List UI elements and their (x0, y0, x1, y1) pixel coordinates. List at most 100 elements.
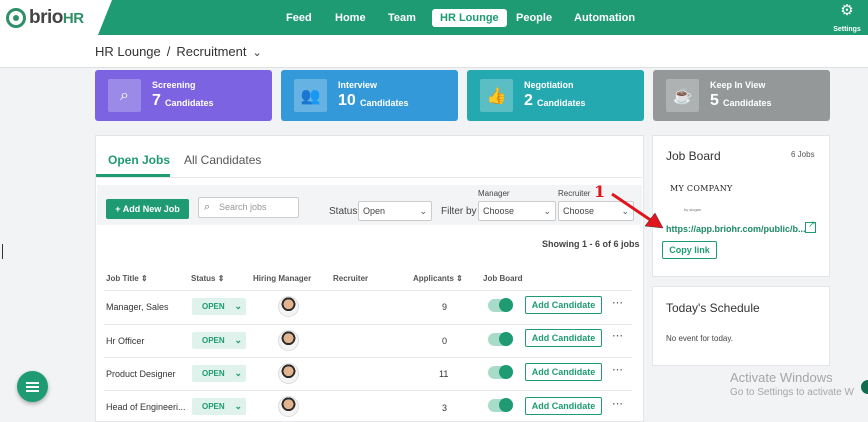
more-options-icon[interactable]: ⋯ (612, 397, 624, 410)
add-candidate-button[interactable]: Add Candidate (525, 397, 602, 415)
tab-all-candidates[interactable]: All Candidates (184, 153, 261, 167)
company-logo: MY COMPANY (670, 184, 733, 193)
breadcrumb-separator: / (166, 44, 171, 59)
stage-name: Screening (152, 80, 196, 90)
status-dropdown[interactable]: OPEN ⌄ (192, 332, 246, 349)
column-header-hiring-manager: Hiring Manager (253, 274, 312, 283)
status-dropdown[interactable]: OPEN ⌄ (192, 365, 246, 382)
status-select-value: Open (363, 206, 386, 216)
avatar (278, 363, 299, 384)
row-divider (104, 324, 632, 325)
nav-people[interactable]: People (508, 9, 560, 27)
job-title-cell[interactable]: Product Designer (106, 369, 176, 379)
more-options-icon[interactable]: ⋯ (612, 296, 624, 309)
avatar (278, 296, 299, 317)
brand-logo[interactable]: brioHR (0, 0, 98, 35)
stage-name: Negotiation (524, 80, 574, 90)
stage-card-screening[interactable]: ⌕ Screening 7 Candidates (95, 70, 272, 121)
schedule-card (652, 286, 830, 366)
search-icon: ⌕ (108, 79, 141, 112)
stage-card-keep-in-view[interactable]: ☕ Keep In View 5 Candidates (653, 70, 830, 121)
manager-select[interactable]: Choose ⌄ (478, 201, 556, 221)
stage-card-negotiation[interactable]: 👍 Negotiation 2 Candidates (467, 70, 644, 121)
external-link-icon[interactable] (805, 219, 816, 233)
add-candidate-button[interactable]: Add Candidate (525, 363, 602, 381)
stage-count: 10 (338, 92, 356, 109)
nav-hr-lounge[interactable]: HR Lounge (432, 9, 507, 27)
sort-icon: ⇕ (456, 274, 463, 283)
breadcrumb-root[interactable]: HR Lounge (95, 44, 161, 59)
nav-feed[interactable]: Feed (278, 9, 320, 27)
job-board-toggle[interactable] (488, 365, 513, 379)
stage-count: 7 (152, 92, 161, 109)
gear-icon: ⚙ (840, 2, 854, 19)
search-icon: ⌕ (204, 201, 211, 213)
applicants-count: 3 (442, 403, 448, 413)
annotation-arrow (611, 192, 664, 229)
job-title-cell[interactable]: Manager, Sales (106, 302, 169, 312)
add-candidate-button[interactable]: Add Candidate (525, 329, 602, 347)
column-header-applicants[interactable]: Applicants ⇕ (413, 274, 463, 283)
status-select[interactable]: Open ⌄ (358, 201, 432, 221)
status-dropdown[interactable]: OPEN ⌄ (192, 298, 246, 315)
job-board-toggle[interactable] (488, 298, 513, 312)
menu-icon (26, 382, 39, 384)
coffee-icon: ☕ (666, 79, 699, 112)
recruiter-select-value: Choose (563, 206, 595, 216)
search-jobs-input[interactable]: ⌕ Search jobs (198, 197, 299, 218)
chevron-down-icon: ⌄ (543, 206, 551, 216)
copy-link-button[interactable]: Copy link (662, 241, 717, 259)
job-board-count: 6 Jobs (791, 150, 815, 159)
settings-button[interactable]: ⚙ Settings (832, 3, 862, 36)
nav-team[interactable]: Team (380, 9, 424, 27)
stage-card-interview[interactable]: 👥 Interview 10 Candidates (281, 70, 458, 121)
job-board-toggle[interactable] (488, 398, 513, 412)
column-header-status[interactable]: Status ⇕ (191, 274, 224, 283)
nav-automation[interactable]: Automation (566, 9, 643, 27)
applicants-count: 9 (442, 302, 448, 312)
menu-icon-line (26, 386, 39, 388)
settings-label: Settings (833, 26, 861, 33)
menu-icon-line (26, 390, 39, 392)
schedule-title: Today's Schedule (666, 301, 760, 315)
company-tagline: by slogan (684, 207, 702, 212)
column-header-recruiter: Recruiter (333, 274, 369, 283)
chevron-down-icon[interactable]: ⌄ (252, 47, 261, 59)
stage-name: Interview (338, 80, 378, 90)
search-placeholder: Search jobs (219, 202, 267, 212)
more-options-icon[interactable]: ⋯ (612, 363, 624, 376)
more-options-icon[interactable]: ⋯ (612, 329, 624, 342)
job-title-cell[interactable]: Head of Engineeri... (106, 402, 186, 412)
results-count: Showing 1 - 6 of 6 jobs (542, 239, 640, 249)
status-dropdown[interactable]: OPEN ⌄ (192, 398, 246, 415)
status-filter-label: Status (329, 206, 358, 217)
chat-widget-button[interactable] (861, 380, 868, 394)
nav-home[interactable]: Home (327, 9, 374, 27)
add-candidate-button[interactable]: Add Candidate (525, 296, 602, 314)
chevron-down-icon: ⌄ (234, 368, 242, 378)
job-board-url-link[interactable]: https://app.briohr.com/public/b... (666, 224, 806, 234)
row-divider (104, 390, 632, 391)
applicants-count: 11 (439, 369, 449, 379)
thumbs-up-icon: 👍 (480, 79, 513, 112)
header-divider (0, 67, 868, 68)
avatar (278, 396, 299, 417)
stage-count: 5 (710, 92, 719, 109)
table-header-divider (104, 290, 632, 291)
activation-watermark-text: Go to Settings to activate W (730, 387, 854, 398)
recruiter-label: Recruiter (558, 189, 591, 198)
stage-unit: Candidates (165, 98, 214, 108)
job-board-title: Job Board (666, 149, 721, 163)
add-new-job-button[interactable]: + Add New Job (106, 199, 189, 219)
job-board-toggle[interactable] (488, 332, 513, 346)
stage-count: 2 (524, 92, 533, 109)
users-icon: 👥 (294, 79, 327, 112)
job-title-cell[interactable]: Hr Officer (106, 336, 144, 346)
tab-open-jobs[interactable]: Open Jobs (108, 153, 170, 167)
text-cursor (2, 244, 3, 259)
filter-by-label: Filter by (441, 206, 477, 217)
column-header-job-title[interactable]: Job Title ⇕ (106, 274, 148, 283)
floating-menu-button[interactable] (17, 371, 48, 402)
sort-icon: ⇕ (217, 274, 225, 283)
sort-icon: ⇕ (140, 274, 148, 283)
